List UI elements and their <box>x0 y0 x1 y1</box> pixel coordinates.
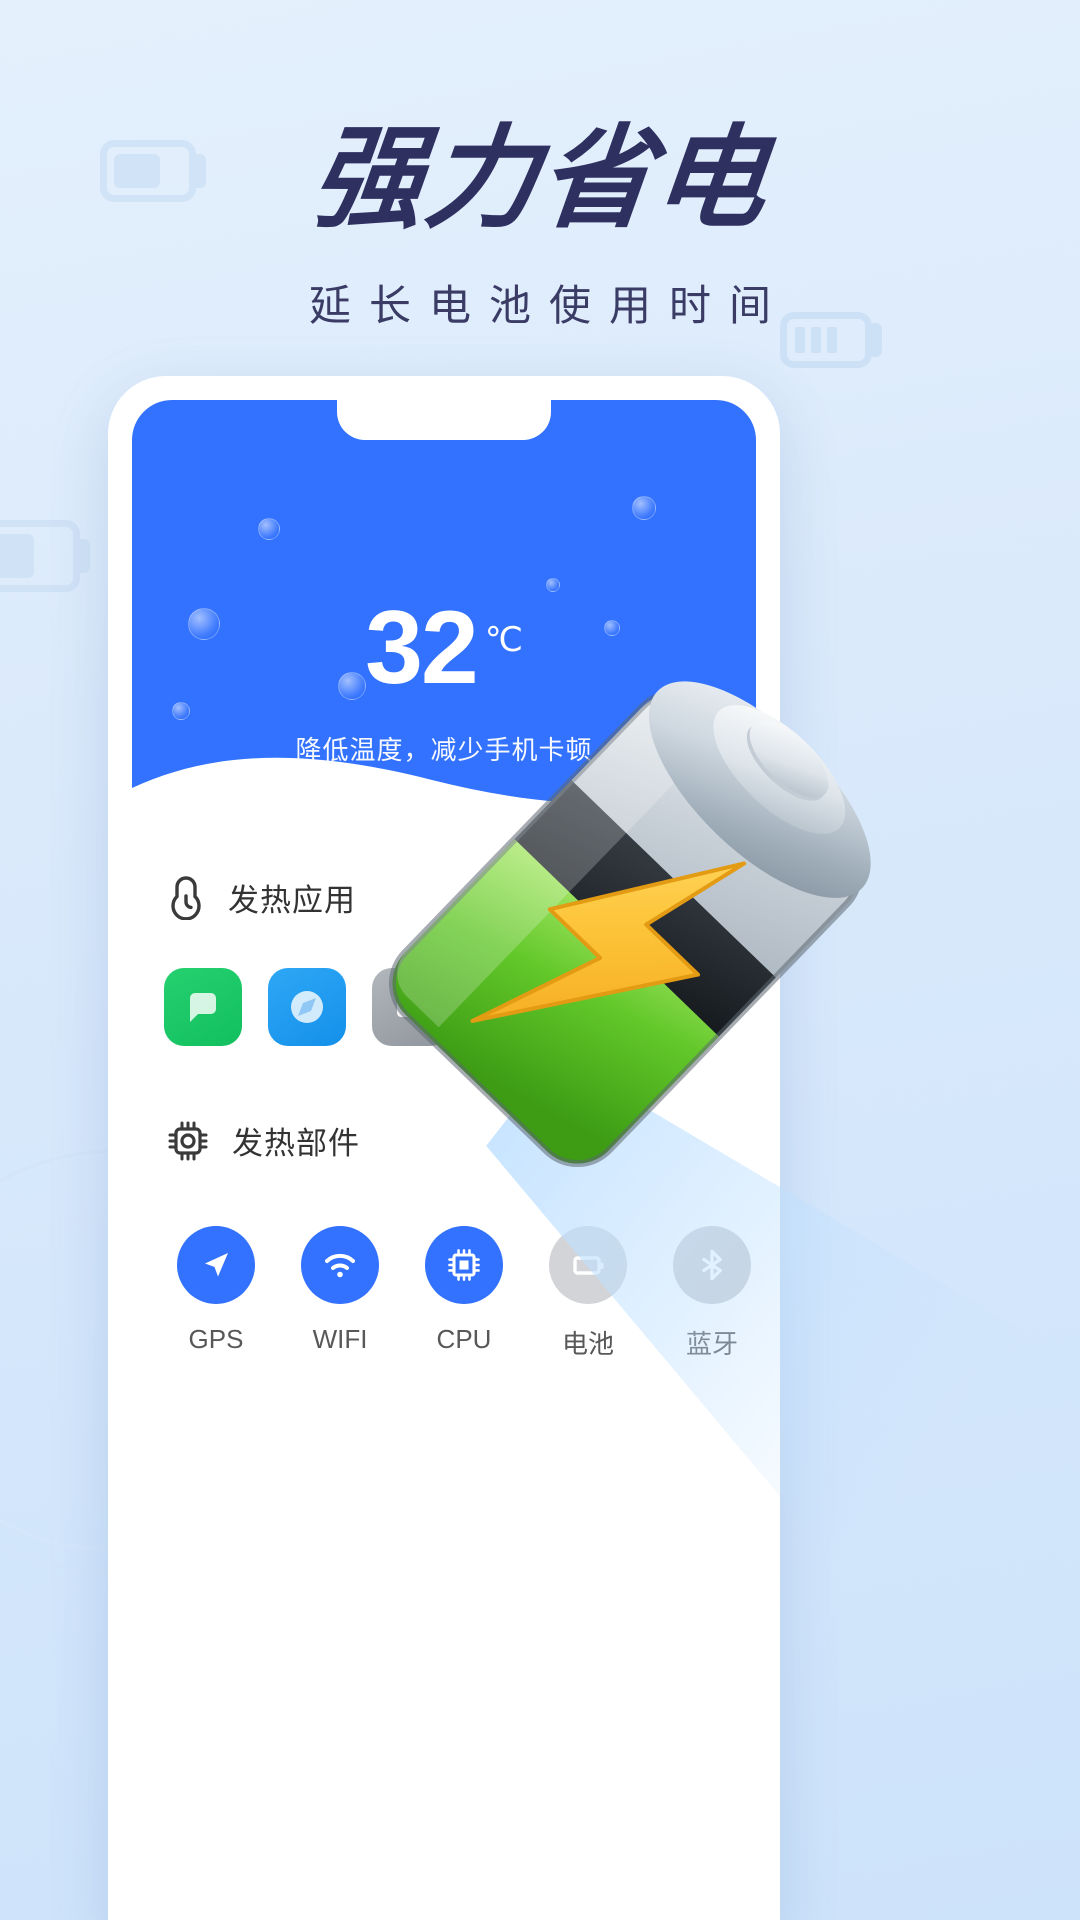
cpu-icon <box>168 1121 208 1160</box>
component-wifi[interactable]: WIFI <box>278 1226 402 1361</box>
component-label: 电池 <box>561 1329 614 1359</box>
component-bluetooth[interactable]: 蓝牙 <box>650 1226 756 1361</box>
bubble-decoration <box>258 518 280 540</box>
thermometer-icon <box>171 876 201 920</box>
wifi-icon <box>325 1253 355 1278</box>
component-gps[interactable]: GPS <box>154 1226 278 1361</box>
gps-icon-circle <box>177 1226 255 1304</box>
hot-apps-section-header: 发热应用 <box>166 874 356 920</box>
hot-components-list: GPS WIFI CPU 电池 蓝牙 <box>154 1226 756 1361</box>
decorative-battery-icon <box>0 520 80 592</box>
component-label: WIFI <box>312 1324 368 1354</box>
component-label: GPS <box>188 1324 244 1354</box>
bubble-decoration <box>632 496 656 520</box>
page-header: 强力省电 延长电池使用时间 <box>0 0 1080 333</box>
navigation-icon <box>205 1253 228 1277</box>
chip-icon <box>448 1249 480 1281</box>
bubble-decoration <box>546 578 560 592</box>
wifi-icon-circle <box>301 1226 379 1304</box>
battery-icon <box>573 1256 604 1275</box>
app-icon-browser[interactable] <box>268 968 346 1046</box>
bluetooth-icon <box>702 1249 722 1281</box>
bluetooth-icon-circle <box>673 1226 751 1304</box>
component-label: CPU <box>436 1324 492 1354</box>
hot-components-section-header: 发热部件 <box>166 1118 360 1163</box>
page-title: 强力省电 <box>305 114 775 244</box>
phone-notch <box>337 400 551 440</box>
page-subtitle: 延长电池使用时间 <box>308 282 789 330</box>
battery-hero-illustration <box>388 681 871 1168</box>
battery-icon-circle <box>549 1226 627 1304</box>
app-icon-message[interactable] <box>164 968 242 1046</box>
hot-components-label: 发热部件 <box>232 1126 360 1161</box>
hot-apps-label: 发热应用 <box>228 882 356 918</box>
compass-icon <box>291 991 323 1023</box>
cpu-icon-circle <box>425 1226 503 1304</box>
component-battery[interactable]: 电池 <box>526 1226 650 1361</box>
component-label: 蓝牙 <box>685 1329 738 1359</box>
message-icon <box>190 993 216 1022</box>
component-cpu[interactable]: CPU <box>402 1226 526 1361</box>
